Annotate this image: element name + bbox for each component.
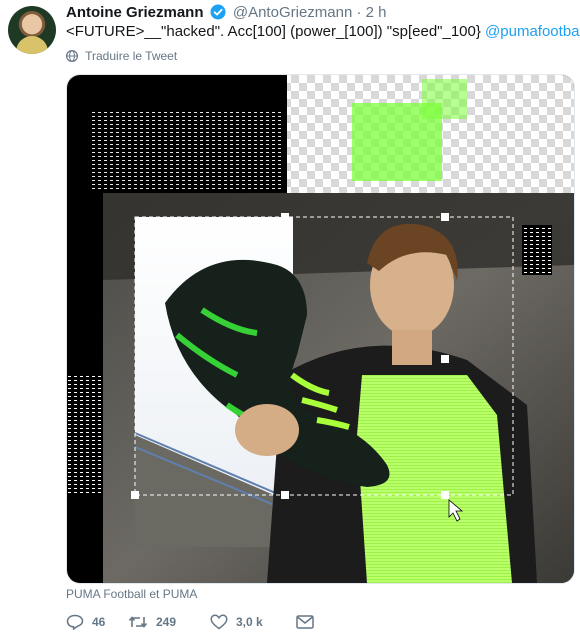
retweet-icon xyxy=(128,616,148,628)
envelope-icon xyxy=(296,615,314,629)
verified-badge-icon xyxy=(210,4,226,20)
tweet-text: <FUTURE>__"hacked". Acc[100] (power_[100… xyxy=(66,22,580,41)
tweet-header: Antoine Griezmann @AntoGriezmann · 2 h xyxy=(66,4,387,21)
media-caption[interactable]: PUMA Football et PUMA xyxy=(66,587,197,601)
reply-button[interactable]: 46 xyxy=(66,614,128,630)
tweet-media-image[interactable] xyxy=(66,74,575,584)
translate-tweet-link[interactable]: Traduire le Tweet xyxy=(66,49,177,63)
tweet-body: <FUTURE>__"hacked". Acc[100] (power_[100… xyxy=(66,23,481,40)
like-count: 3,0 k xyxy=(236,615,263,629)
avatar[interactable] xyxy=(8,6,56,54)
author-handle[interactable]: @AntoGriezmann xyxy=(233,4,352,21)
heart-icon xyxy=(210,614,228,630)
header-separator: · xyxy=(356,4,362,21)
mention-link[interactable]: @pumafootball xyxy=(485,23,580,40)
media-photo xyxy=(67,75,574,583)
retweet-count: 249 xyxy=(156,615,177,629)
globe-icon xyxy=(66,50,78,62)
direct-message-button[interactable] xyxy=(296,615,322,629)
tweet-actions: 46 249 3,0 k xyxy=(66,614,322,630)
translate-label: Traduire le Tweet xyxy=(85,49,178,63)
retweet-button[interactable]: 249 xyxy=(128,614,210,630)
like-button[interactable]: 3,0 k xyxy=(210,614,296,630)
author-name[interactable]: Antoine Griezmann xyxy=(66,4,204,21)
reply-icon xyxy=(66,614,84,630)
reply-count: 46 xyxy=(92,615,106,629)
tweet-timestamp[interactable]: 2 h xyxy=(366,4,387,21)
